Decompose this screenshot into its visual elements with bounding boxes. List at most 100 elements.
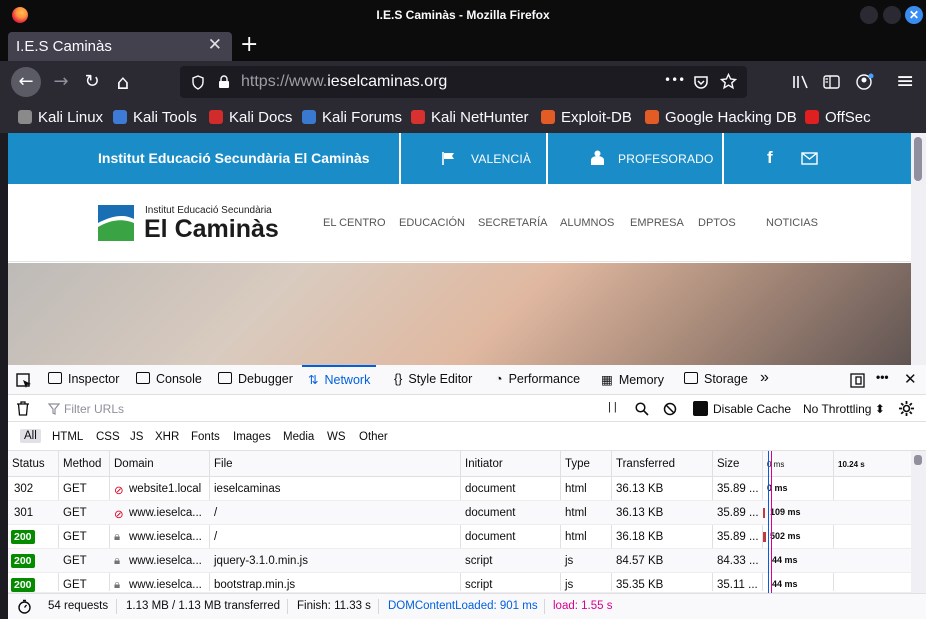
window-close-button[interactable]: ✕ [905,6,923,24]
tab-console[interactable]: Console [136,372,202,386]
tab-network[interactable]: ⇅ Network [301,365,377,387]
tab-memory[interactable]: ▦ Memory [601,372,664,387]
menu-el-centro[interactable]: EL CENTRO [323,217,386,229]
disable-cache-label[interactable]: Disable Cache [713,402,791,416]
type-other[interactable]: Other [359,431,388,443]
type-css[interactable]: CSS [96,431,120,443]
bookmark-kali-tools[interactable]: Kali Tools [113,109,197,126]
type-js[interactable]: JS [130,431,143,443]
table-row[interactable]: 200 GET 🔒︎ www.ieselca... jquery-3.1.0.m… [8,549,911,573]
school-logo-icon[interactable] [98,205,134,241]
requests-scrollbar[interactable] [911,451,926,593]
tab-storage[interactable]: Storage [684,372,748,386]
more-tools-chevron-icon[interactable]: » [760,369,769,387]
col-type[interactable]: Type [565,458,590,470]
type-images[interactable]: Images [233,431,271,443]
hamburger-menu-icon[interactable]: ≡ [896,69,914,94]
reload-button[interactable]: ↻ [77,67,107,97]
summary-divider [116,599,117,614]
bookmark-offsec[interactable]: OffSec [805,109,871,126]
scrollbar-thumb[interactable] [914,137,922,181]
table-row[interactable]: 200 GET 🔒︎ www.ieselca... bootstrap.min.… [8,573,911,593]
dock-icon[interactable] [850,373,865,388]
bookmark-kali-docs[interactable]: Kali Docs [209,109,292,126]
requests-scrollbar-thumb[interactable] [914,455,922,465]
col-method[interactable]: Method [63,458,101,470]
kali-linux-icon [18,110,32,124]
col-domain[interactable]: Domain [114,458,154,470]
tab-close-icon[interactable]: ✕ [208,35,222,55]
network-settings-gear-icon[interactable] [898,400,915,417]
search-icon[interactable] [635,402,649,416]
throttling-select[interactable]: No Throttling ⬍ [803,402,885,416]
sidebar-icon[interactable] [823,74,840,90]
type-all[interactable]: All [20,429,41,443]
home-button[interactable]: ⌂ [108,67,138,97]
page-actions-icon[interactable]: ••• [664,73,685,87]
devtools-options-icon[interactable]: ••• [876,370,889,384]
menu-dptos[interactable]: DPTOS [698,217,736,229]
url-bar[interactable]: https://www.ieselcaminas.org ••• [180,66,747,98]
tab-style-editor[interactable]: {} Style Editor [394,372,472,386]
menu-secretaria[interactable]: SECRETARÍA [478,217,547,229]
site-top-title[interactable]: Institut Educació Secundària El Caminàs [98,150,370,166]
bookmark-kali-forums[interactable]: Kali Forums [302,109,402,126]
url-text[interactable]: https://www.ieselcaminas.org [241,73,447,91]
col-transferred[interactable]: Transferred [616,458,675,470]
type-media[interactable]: Media [283,431,314,443]
tab-strip: I.E.S Caminàs ✕ + [0,30,926,61]
profesorado-link[interactable]: PROFESORADO [618,152,714,166]
block-icon[interactable] [663,402,677,416]
account-icon[interactable] [855,72,875,92]
bookmark-kali-linux[interactable]: Kali Linux [18,109,103,126]
forward-button[interactable]: → [46,67,76,97]
library-icon[interactable] [792,74,810,90]
shield-icon[interactable] [191,75,205,90]
minimize-button[interactable] [860,6,878,24]
pocket-icon[interactable] [693,74,709,90]
valencia-link[interactable]: VALENCIÀ [471,152,531,166]
col-status[interactable]: Status [12,458,45,470]
menu-educacion[interactable]: EDUCACIÓN [399,217,465,229]
table-row[interactable]: 302 GET ⊘ website1.local ieselcaminas do… [8,477,911,501]
devtools-close-icon[interactable]: ✕ [904,370,917,388]
pause-icon[interactable]: | | [608,401,617,413]
col-initiator[interactable]: Initiator [465,458,503,470]
mail-icon[interactable] [801,152,818,165]
trash-icon[interactable] [16,401,30,416]
window-titlebar: I.E.S Caminàs - Mozilla Firefox ✕ [0,0,926,30]
menu-noticias[interactable]: NOTICIAS [766,217,818,229]
type-xhr[interactable]: XHR [155,431,179,443]
element-picker-icon[interactable] [16,373,32,389]
new-tab-button[interactable]: + [240,32,258,58]
col-file[interactable]: File [214,458,233,470]
logo-title[interactable]: El Caminàs [144,215,279,244]
row-size: 35.11 ... [717,579,758,591]
bookmark-star-icon[interactable] [720,73,737,90]
row-file: jquery-3.1.0.min.js [214,555,308,567]
bookmark-google-hacking-db[interactable]: Google Hacking DB [645,109,797,126]
page-scrollbar[interactable] [911,133,926,365]
type-fonts[interactable]: Fonts [191,431,220,443]
col-size[interactable]: Size [717,458,739,470]
table-row[interactable]: 200 GET 🔒︎ www.ieselca... / document htm… [8,525,911,549]
stopwatch-icon[interactable] [17,599,32,614]
tab-performance[interactable]: ◔ Performance [495,372,580,386]
row-transferred: 84.57 KB [616,555,664,567]
maximize-button[interactable] [883,6,901,24]
type-html[interactable]: HTML [52,431,83,443]
bookmark-kali-nethunter[interactable]: Kali NetHunter [411,109,529,126]
disable-cache-checkbox[interactable] [693,401,708,416]
tab-debugger[interactable]: Debugger [218,372,293,386]
tab-ies-caminas[interactable]: I.E.S Caminàs ✕ [8,32,232,61]
facebook-icon[interactable]: f [767,148,773,168]
menu-alumnos[interactable]: ALUMNOS [560,217,614,229]
menu-empresa[interactable]: EMPRESA [630,217,684,229]
type-ws[interactable]: WS [327,431,346,443]
back-button[interactable]: ← [11,67,41,97]
filter-urls-input[interactable]: Filter URLs [64,402,124,416]
table-row[interactable]: 301 GET ⊘ www.ieselca... / document html… [8,501,911,525]
lock-icon[interactable] [218,75,230,89]
bookmark-exploit-db[interactable]: Exploit-DB [541,109,632,126]
tab-inspector[interactable]: Inspector [48,372,119,386]
